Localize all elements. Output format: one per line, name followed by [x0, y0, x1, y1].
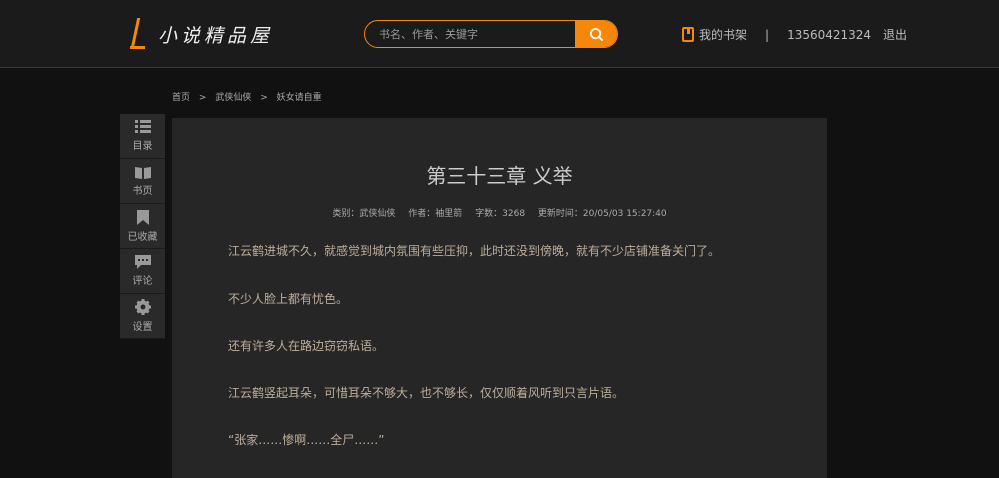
sidebar-label: 书页	[132, 185, 153, 197]
breadcrumb-separator: >	[198, 93, 207, 103]
sidebar-item-favorite[interactable]: 已收藏	[120, 204, 165, 249]
bookshelf-link[interactable]: 我的书架	[699, 26, 747, 43]
paragraph: 江云鹤竖起耳朵，可惜耳朵不够大，也不够长，仅仅顺着风听到只言片语。	[228, 386, 625, 400]
logo-mark	[128, 18, 148, 50]
book-icon	[134, 166, 151, 179]
gear-icon	[134, 299, 151, 315]
sidebar-label: 设置	[132, 322, 153, 333]
search-input[interactable]	[365, 21, 575, 47]
chapter-author: 作者：袖里箭	[408, 209, 463, 219]
list-icon	[134, 120, 151, 133]
sidebar-item-settings[interactable]: 设置	[120, 294, 165, 339]
breadcrumb-book[interactable]: 妖女请自重	[277, 93, 322, 103]
reader-sidebar: 目录 书页 已收藏 评论 设置	[120, 114, 165, 339]
sidebar-label: 已收藏	[127, 231, 158, 243]
breadcrumb-separator: >	[260, 93, 268, 103]
user-bar: 我的书架 | 13560421324 退出	[682, 26, 907, 43]
search-box	[364, 20, 618, 48]
bookshelf-icon	[682, 27, 694, 42]
search-button[interactable]	[575, 21, 617, 47]
chapter-category: 类别：武侠仙侠	[332, 209, 396, 219]
chapter-title: 第三十三章 义举	[426, 164, 573, 188]
breadcrumb: 首页 > 武侠仙侠 > 妖女请自重	[172, 90, 328, 103]
paragraph: “张家……惨啊……全尸……”	[228, 433, 385, 447]
header: 小说精品屋 我的书架 | 13560421324 退出	[0, 0, 999, 68]
sidebar-item-comment[interactable]: 评论	[120, 249, 165, 294]
user-phone[interactable]: 13560421324	[787, 28, 871, 42]
sidebar-label: 目录	[132, 141, 153, 152]
sidebar-item-catalog[interactable]: 目录	[120, 114, 165, 159]
search-icon	[589, 27, 603, 41]
chapter-updated: 更新时间：20/05/03 15:27:40	[537, 209, 667, 219]
logo[interactable]: 小说精品屋	[128, 18, 273, 50]
paragraph: 不少人脸上都有忧色。	[228, 292, 349, 306]
comment-icon	[134, 255, 151, 269]
logo-text: 小说精品屋	[158, 24, 274, 47]
bookmark-icon	[136, 209, 149, 225]
divider: |	[765, 27, 770, 42]
logout-link[interactable]: 退出	[883, 26, 907, 43]
breadcrumb-category[interactable]: 武侠仙侠	[215, 93, 251, 103]
chapter-meta: 类别：武侠仙侠 作者：袖里箭 字数：3268 更新时间：20/05/03 15:…	[172, 206, 827, 219]
paragraph: 还有许多人在路边窃窃私语。	[228, 339, 385, 353]
chapter-content: 第三十三章 义举 类别：武侠仙侠 作者：袖里箭 字数：3268 更新时间：20/…	[172, 118, 827, 478]
chapter-words: 字数：3268	[475, 209, 526, 219]
sidebar-label: 评论	[132, 276, 153, 287]
paragraph: 江云鹤进城不久，就感觉到城内氛围有些压抑，此时还没到傍晚，就有不少店铺准备关门了…	[228, 244, 721, 258]
sidebar-item-bookpage[interactable]: 书页	[120, 159, 165, 204]
breadcrumb-home[interactable]: 首页	[172, 93, 190, 103]
